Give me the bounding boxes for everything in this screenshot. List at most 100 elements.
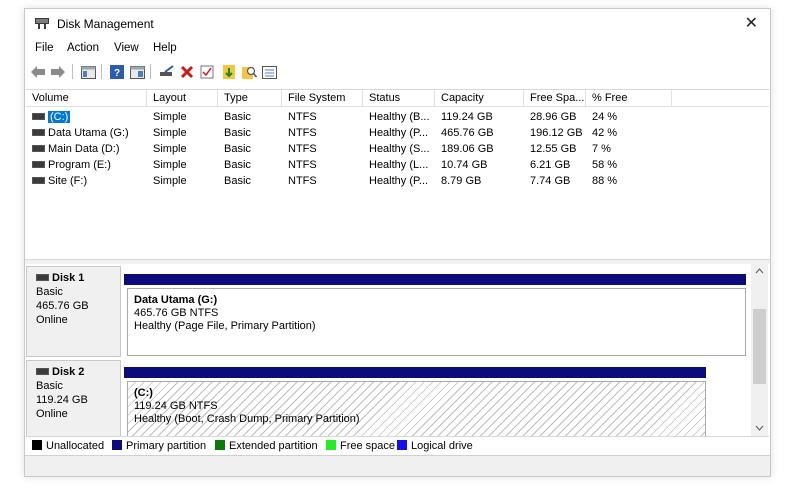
legend-free-space: Free space bbox=[326, 439, 395, 453]
table-row[interactable]: Program (E:) Simple Basic NTFS Healthy (… bbox=[26, 157, 769, 173]
legend-primary-partition: Primary partition bbox=[112, 439, 206, 453]
disk-management-app-icon bbox=[35, 18, 49, 29]
partition-size: 119.24 GB NTFS bbox=[134, 400, 218, 412]
layout-cell: Simple bbox=[153, 111, 187, 123]
menu-help[interactable]: Help bbox=[153, 42, 177, 54]
volume-cell: Program (E:) bbox=[32, 157, 111, 173]
percent-free-cell: 42 % bbox=[592, 127, 618, 139]
scroll-up-icon[interactable] bbox=[755, 268, 764, 274]
free-space-cell: 6.21 GB bbox=[530, 159, 571, 171]
column-header-layout[interactable]: Layout bbox=[147, 90, 218, 107]
scrollbar-thumb[interactable] bbox=[753, 309, 766, 384]
type-cell: Basic bbox=[224, 175, 251, 187]
toolbar-separator bbox=[150, 64, 151, 79]
layout-cell: Simple bbox=[153, 175, 187, 187]
free-space-cell: 196.12 GB bbox=[530, 127, 583, 139]
status-cell: Healthy (L... bbox=[369, 159, 429, 171]
type-cell: Basic bbox=[224, 127, 251, 139]
partition-c[interactable]: (C:) 119.24 GB NTFS Healthy (Boot, Crash… bbox=[127, 381, 706, 436]
column-header-free-space[interactable]: Free Spa... bbox=[524, 90, 586, 107]
column-header-percent-free[interactable]: % Free bbox=[586, 90, 672, 107]
capacity-cell: 189.06 GB bbox=[441, 143, 494, 155]
disk-state: Online bbox=[36, 408, 68, 420]
legend-logical-drive: Logical drive bbox=[397, 439, 473, 453]
volume-cell: Site (F:) bbox=[32, 173, 87, 189]
disk-graphical-view: Disk 1 Basic 465.76 GB Online Data Utama… bbox=[26, 264, 750, 436]
volume-cell: (C:) bbox=[32, 109, 71, 125]
disk-size: 119.24 GB bbox=[36, 394, 88, 406]
legend-swatch bbox=[326, 440, 336, 451]
percent-free-cell: 88 % bbox=[592, 175, 618, 187]
list-view-icon[interactable] bbox=[261, 64, 277, 80]
graph-scrollbar[interactable] bbox=[751, 264, 768, 436]
column-header-capacity[interactable]: Capacity bbox=[435, 90, 524, 107]
table-row[interactable]: Data Utama (G:) Simple Basic NTFS Health… bbox=[26, 125, 769, 141]
connect-disk-icon[interactable] bbox=[159, 64, 175, 80]
percent-free-cell: 58 % bbox=[592, 159, 618, 171]
help-icon[interactable]: ? bbox=[109, 64, 125, 80]
console-tree-icon[interactable] bbox=[80, 64, 96, 80]
free-space-cell: 12.55 GB bbox=[530, 143, 577, 155]
filesystem-cell: NTFS bbox=[288, 127, 317, 139]
title-bar: Disk Management ✕ bbox=[25, 9, 770, 39]
layout-cell: Simple bbox=[153, 159, 187, 171]
capacity-cell: 465.76 GB bbox=[441, 127, 494, 139]
properties-icon[interactable] bbox=[129, 64, 145, 80]
volume-disk-icon bbox=[32, 176, 45, 184]
volume-cell: Data Utama (G:) bbox=[32, 125, 129, 141]
status-cell: Healthy (S... bbox=[369, 143, 430, 155]
status-cell: Healthy (B... bbox=[369, 111, 430, 123]
disk-1-label[interactable]: Disk 1 Basic 465.76 GB Online bbox=[26, 266, 121, 357]
capacity-cell: 119.24 GB bbox=[441, 111, 493, 123]
disk-type: Basic bbox=[36, 380, 63, 392]
volume-disk-icon bbox=[32, 160, 45, 168]
free-space-cell: 28.96 GB bbox=[530, 111, 577, 123]
table-row[interactable]: Site (F:) Simple Basic NTFS Healthy (P..… bbox=[26, 173, 769, 189]
scroll-down-icon[interactable] bbox=[755, 425, 764, 431]
layout-cell: Simple bbox=[153, 127, 187, 139]
volume-disk-icon bbox=[32, 112, 45, 120]
menu-view[interactable]: View bbox=[114, 42, 139, 54]
close-button[interactable]: ✕ bbox=[745, 13, 758, 33]
disk-icon bbox=[36, 273, 49, 281]
disk-icon bbox=[36, 367, 49, 375]
delete-icon[interactable] bbox=[179, 64, 195, 80]
toolbar: ? bbox=[25, 61, 770, 83]
forward-icon[interactable] bbox=[50, 64, 66, 80]
disk-state: Online bbox=[36, 314, 68, 326]
column-header-volume[interactable]: Volume bbox=[26, 90, 147, 107]
status-cell: Healthy (P... bbox=[369, 127, 429, 139]
percent-free-cell: 7 % bbox=[592, 143, 611, 155]
type-cell: Basic bbox=[224, 111, 251, 123]
legend-extended-partition: Extended partition bbox=[215, 439, 318, 453]
disk-1-partitions: Data Utama (G:) 465.76 GB NTFS Healthy (… bbox=[124, 274, 748, 357]
type-cell: Basic bbox=[224, 159, 251, 171]
column-header-type[interactable]: Type bbox=[218, 90, 282, 107]
volume-cell: Main Data (D:) bbox=[32, 141, 120, 157]
toolbar-separator bbox=[72, 64, 73, 79]
disk-2-partitions: (C:) 119.24 GB NTFS Healthy (Boot, Crash… bbox=[124, 367, 710, 436]
capacity-cell: 10.74 GB bbox=[441, 159, 488, 171]
disk-2-label[interactable]: Disk 2 Basic 119.24 GB Online bbox=[26, 360, 121, 436]
search-icon[interactable] bbox=[241, 64, 257, 80]
partition-name: (C:) bbox=[134, 387, 153, 399]
column-header-file-system[interactable]: File System bbox=[282, 90, 363, 107]
volume-disk-icon bbox=[32, 128, 45, 136]
column-header-status[interactable]: Status bbox=[363, 90, 435, 107]
back-icon[interactable] bbox=[30, 64, 46, 80]
checkmark-icon[interactable] bbox=[199, 64, 215, 80]
disk-size: 465.76 GB bbox=[36, 300, 89, 312]
menu-file[interactable]: File bbox=[35, 42, 54, 54]
legend-swatch bbox=[112, 440, 122, 451]
free-space-cell: 7.74 GB bbox=[530, 175, 571, 187]
import-icon[interactable] bbox=[221, 64, 237, 80]
legend-swatch bbox=[215, 440, 225, 451]
table-row[interactable]: Main Data (D:) Simple Basic NTFS Healthy… bbox=[26, 141, 769, 157]
filesystem-cell: NTFS bbox=[288, 143, 317, 155]
disk-type: Basic bbox=[36, 286, 63, 298]
menu-bar: File Action View Help bbox=[25, 40, 770, 58]
partition-data-utama[interactable]: Data Utama (G:) 465.76 GB NTFS Healthy (… bbox=[127, 288, 746, 356]
table-row[interactable]: (C:) Simple Basic NTFS Healthy (B... 119… bbox=[26, 109, 769, 125]
menu-action[interactable]: Action bbox=[67, 42, 99, 54]
primary-partition-bar bbox=[124, 274, 746, 285]
